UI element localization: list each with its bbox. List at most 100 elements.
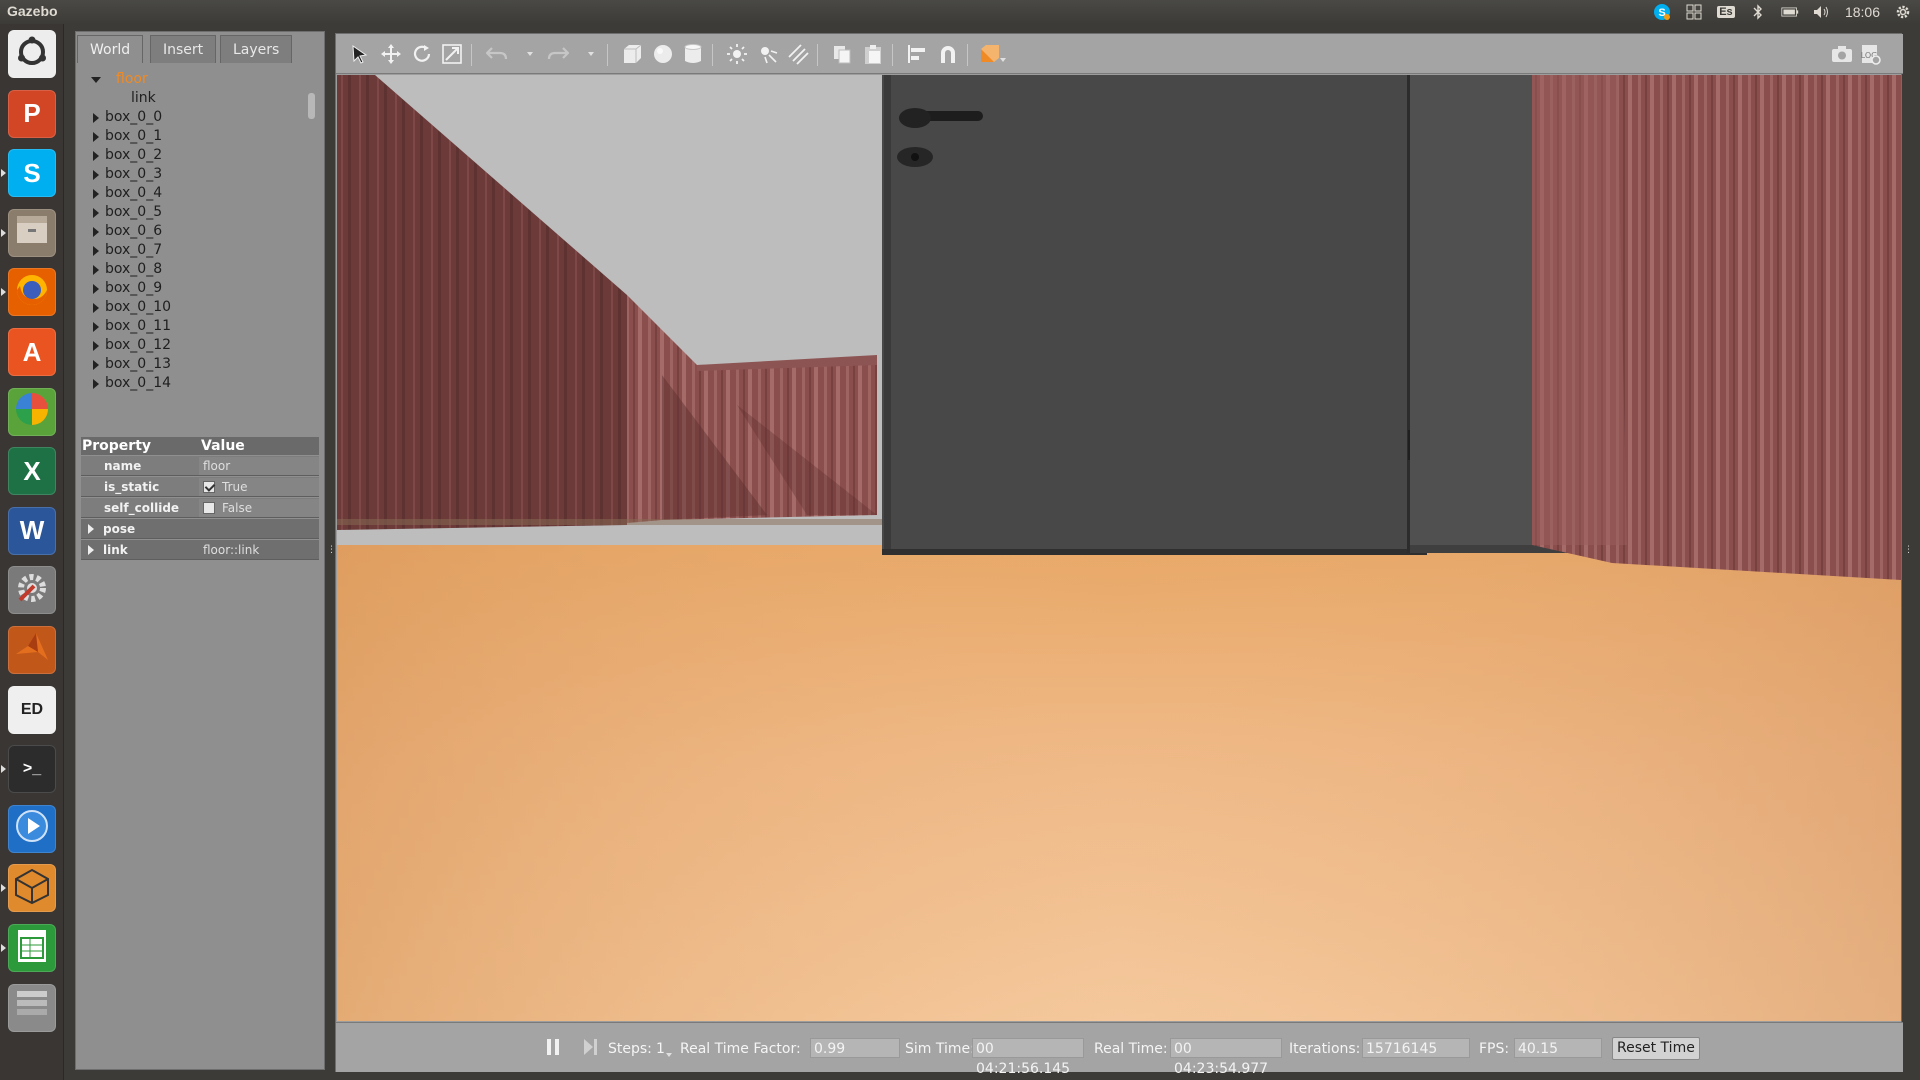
real-time-label: Real Time: <box>1094 1041 1168 1057</box>
launcher-spreadsheet-button[interactable] <box>8 924 56 972</box>
self-collide-checkbox[interactable] <box>203 501 215 514</box>
clock[interactable]: 18:06 <box>1845 4 1880 20</box>
cylinder-shape-icon[interactable] <box>681 42 705 66</box>
terminal-icon: >_ <box>22 760 42 778</box>
launcher-files-button[interactable] <box>8 208 56 257</box>
launcher-excel-button[interactable]: X <box>8 447 56 496</box>
tree-item-label: box_0_7 <box>105 242 163 258</box>
is-static-checkbox[interactable] <box>203 480 215 493</box>
launcher-settings-button[interactable] <box>8 566 56 615</box>
property-value-field[interactable]: floor <box>199 457 319 475</box>
property-row-is-static: is_static True <box>81 477 319 497</box>
rotate-mode-icon[interactable] <box>410 42 434 66</box>
launcher-ubuntu-dash-button[interactable] <box>8 30 56 78</box>
point-light-icon[interactable] <box>725 42 749 66</box>
app-title: Gazebo <box>7 3 58 19</box>
tree-item-label: box_0_5 <box>105 204 163 220</box>
expand-arrow-icon[interactable] <box>93 284 99 294</box>
launcher-pinwheel-button[interactable] <box>8 387 56 436</box>
expand-arrow-icon[interactable] <box>93 151 99 161</box>
view-angle-menu-arrow-icon[interactable] <box>1000 58 1006 62</box>
volume-icon[interactable] <box>1813 4 1831 20</box>
launcher-powerpoint-button[interactable]: P <box>8 89 56 138</box>
keyboard-layout-indicator[interactable]: Es <box>1717 4 1735 20</box>
undo-history-arrow-icon[interactable] <box>527 52 533 56</box>
copy-icon[interactable] <box>830 42 854 66</box>
system-gear-icon[interactable] <box>1894 4 1912 20</box>
launcher-workspace-stack-button[interactable] <box>8 983 56 1032</box>
tab-world[interactable]: World <box>77 35 144 63</box>
redo-history-arrow-icon[interactable] <box>588 52 594 56</box>
unity-launcher: P S A X W ED >_ <box>0 24 64 1080</box>
tab-insert[interactable]: Insert <box>150 35 217 63</box>
pause-icon[interactable] <box>541 1035 565 1059</box>
expand-arrow-icon[interactable] <box>93 265 99 275</box>
property-row-pose[interactable]: pose <box>81 519 319 539</box>
snap-magnet-icon[interactable] <box>936 42 960 66</box>
property-key: is_static <box>104 480 160 494</box>
spot-light-icon[interactable] <box>756 42 780 66</box>
expand-arrow-icon[interactable] <box>93 322 99 332</box>
powerpoint-icon: P <box>23 98 41 129</box>
tree-scrollbar[interactable] <box>308 93 315 119</box>
scale-mode-icon[interactable] <box>440 42 464 66</box>
select-mode-icon[interactable] <box>348 42 372 66</box>
spreadsheet-icon <box>15 928 49 969</box>
expand-arrow-icon[interactable] <box>93 303 99 313</box>
log-icon[interactable]: LOG <box>1858 42 1882 66</box>
3d-viewport[interactable] <box>337 75 1901 1021</box>
expand-arrow-icon[interactable] <box>93 170 99 180</box>
toolbar-separator <box>892 44 893 66</box>
launcher-software-center-button[interactable]: A <box>8 328 56 376</box>
expand-arrow-icon[interactable] <box>93 360 99 370</box>
paste-icon[interactable] <box>861 42 885 66</box>
step-forward-icon[interactable] <box>578 1035 602 1059</box>
steps-dropdown-arrow-icon[interactable] <box>666 1053 672 1057</box>
collapse-arrow-icon[interactable] <box>91 77 101 83</box>
launcher-gazebo-button[interactable] <box>8 864 56 913</box>
expand-arrow-icon[interactable] <box>93 246 99 256</box>
toolbar: LOG <box>336 34 1903 74</box>
launcher-matlab-button[interactable] <box>8 626 56 674</box>
steps-value[interactable]: 1 <box>656 1040 665 1058</box>
expand-arrow-icon[interactable] <box>93 379 99 389</box>
box-shape-icon[interactable] <box>620 42 644 66</box>
property-row-link[interactable]: link floor::link <box>81 540 319 560</box>
battery-icon[interactable] <box>1781 4 1799 20</box>
expand-arrow-icon[interactable] <box>93 113 99 123</box>
launcher-terminal-button[interactable]: >_ <box>8 745 56 794</box>
workspace-switcher-icon[interactable] <box>1685 4 1703 20</box>
expand-arrow-icon[interactable] <box>93 189 99 199</box>
expand-arrow-icon[interactable] <box>93 132 99 142</box>
launcher-media-player-button[interactable] <box>8 804 56 853</box>
skype-icon: S <box>23 157 41 188</box>
redo-icon[interactable] <box>546 42 570 66</box>
bluetooth-icon[interactable] <box>1749 4 1767 20</box>
tab-layers[interactable]: Layers <box>220 35 293 63</box>
toolbar-separator <box>712 44 713 66</box>
expand-arrow-icon[interactable] <box>88 524 94 534</box>
view-angle-icon[interactable] <box>978 42 1002 66</box>
skype-tray-icon[interactable]: S <box>1653 4 1671 20</box>
screenshot-icon[interactable] <box>1830 42 1854 66</box>
align-icon[interactable] <box>905 42 929 66</box>
launcher-pdf-editor-button[interactable]: ED <box>8 685 56 734</box>
expand-arrow-icon[interactable] <box>93 341 99 351</box>
launcher-word-button[interactable]: W <box>8 506 56 555</box>
translate-mode-icon[interactable] <box>379 42 403 66</box>
expand-arrow-icon[interactable] <box>93 208 99 218</box>
matlab-icon <box>14 630 50 671</box>
launcher-firefox-button[interactable] <box>8 268 56 317</box>
running-indicator-icon <box>1 765 6 774</box>
tree-root-label: floor <box>116 71 148 87</box>
directional-light-icon[interactable] <box>786 42 810 66</box>
undo-icon[interactable] <box>485 42 509 66</box>
launcher-skype-button[interactable]: S <box>8 149 56 198</box>
left-splitter-handle[interactable]: ⋮ <box>327 545 336 555</box>
expand-arrow-icon[interactable] <box>88 545 94 555</box>
right-splitter-handle[interactable]: ⋮ <box>1904 545 1913 555</box>
sphere-shape-icon[interactable] <box>651 42 675 66</box>
expand-arrow-icon[interactable] <box>93 227 99 237</box>
firefox-icon <box>14 272 50 313</box>
reset-time-button[interactable]: Reset Time <box>1612 1037 1700 1060</box>
